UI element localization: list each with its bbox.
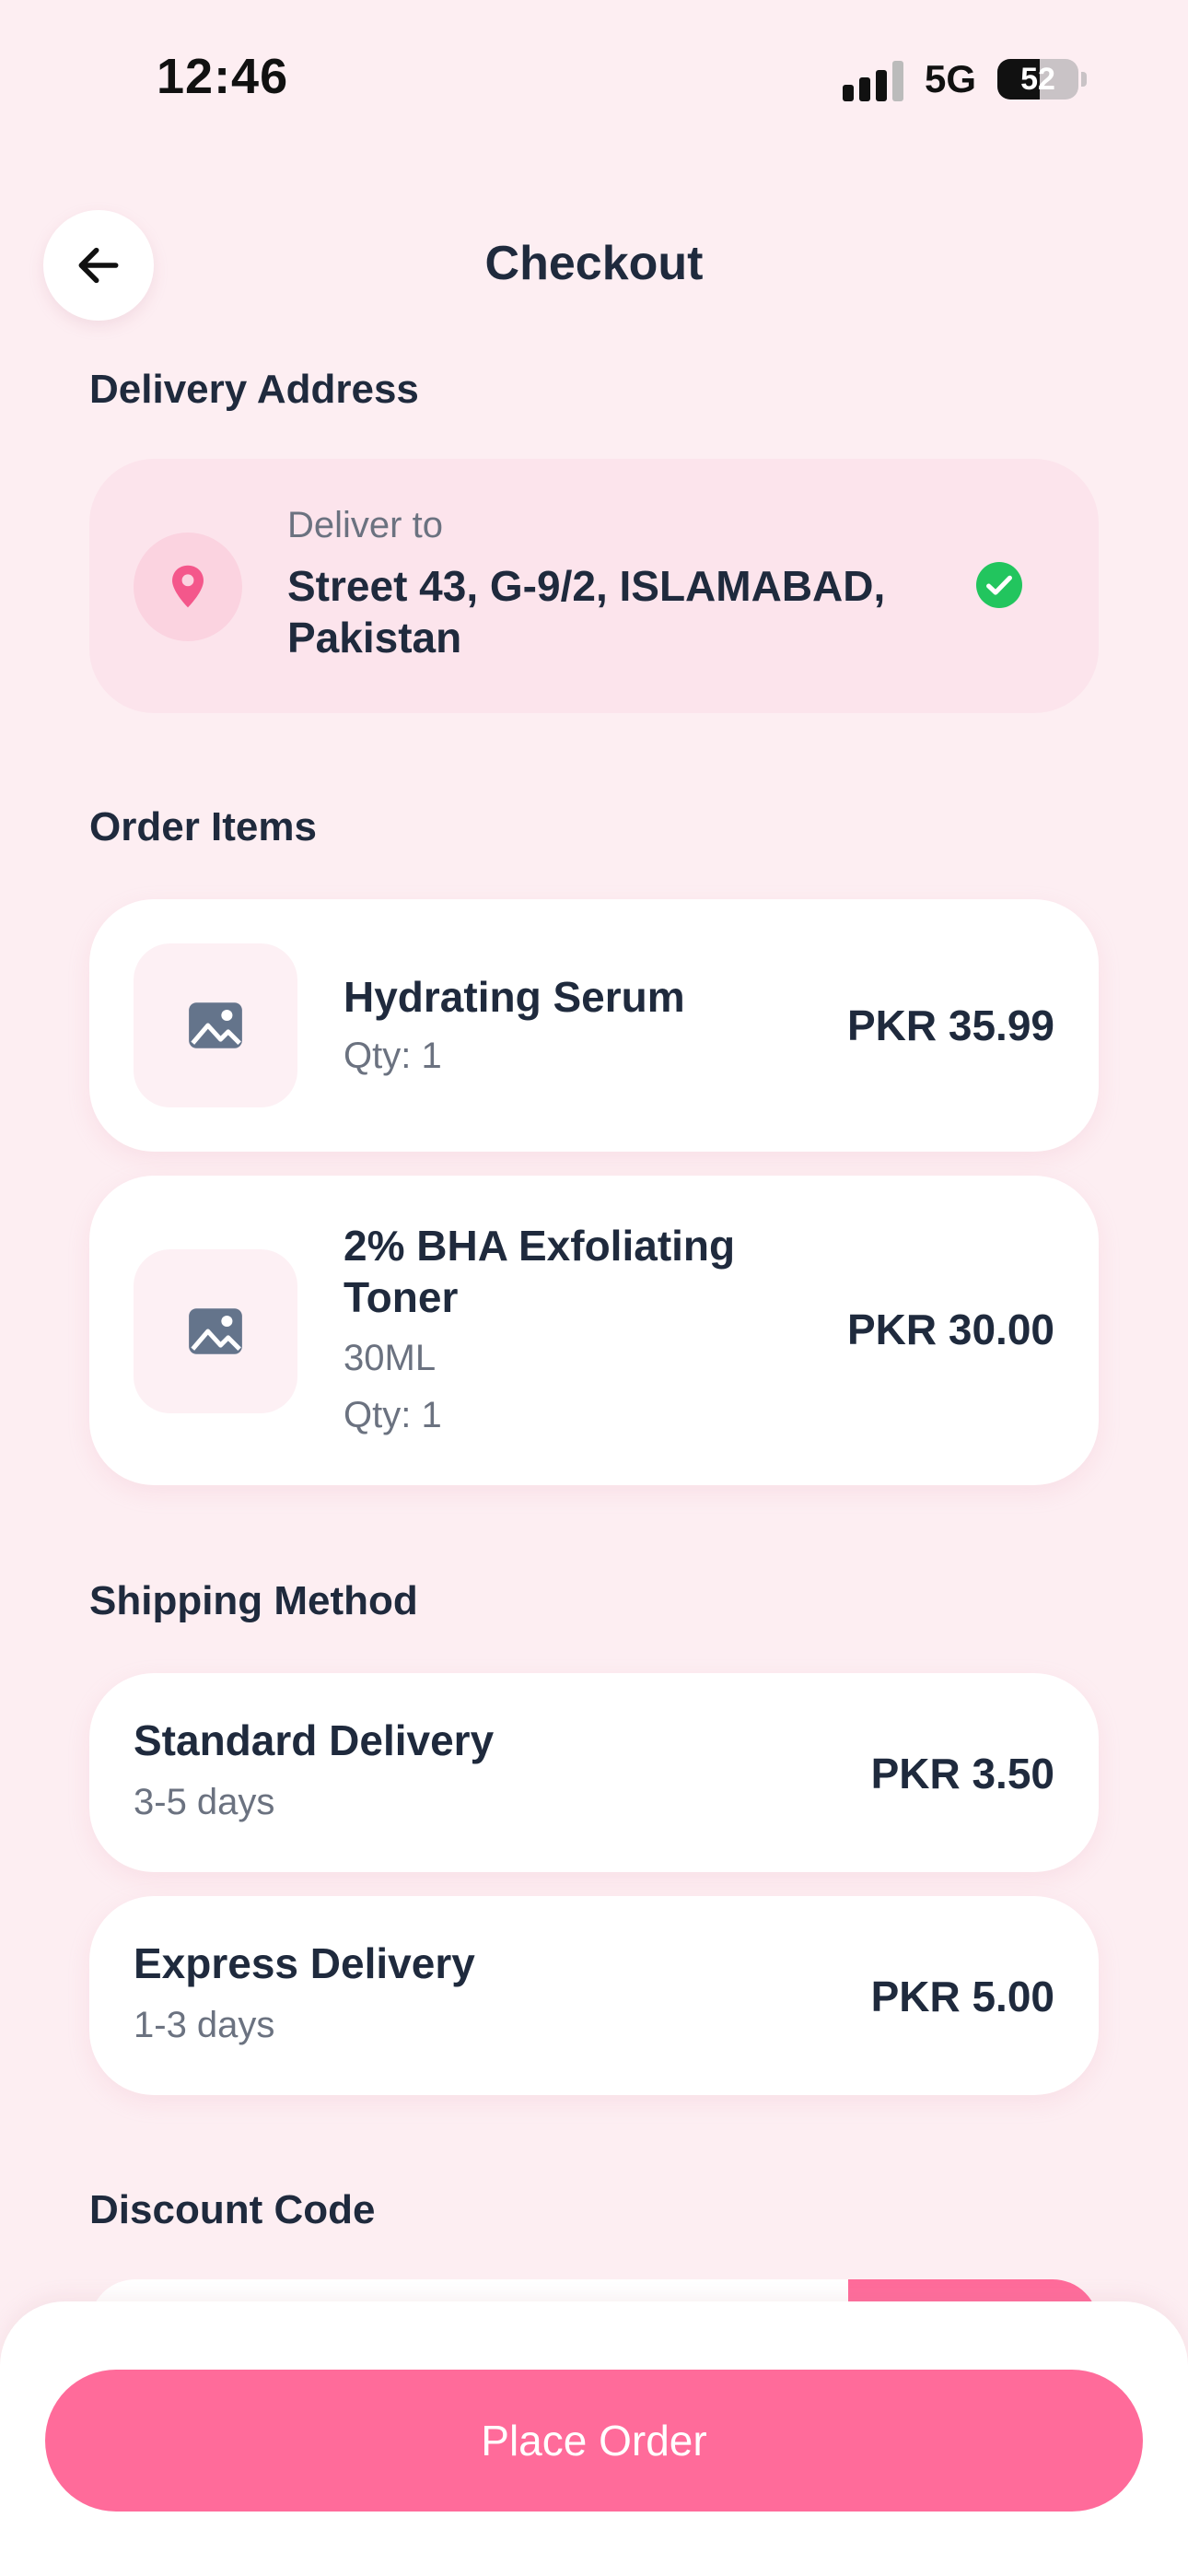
- status-time: 12:46: [157, 49, 289, 104]
- shipping-section-title: Shipping Method: [89, 1578, 418, 1623]
- item-price: PKR 35.99: [846, 1001, 1054, 1049]
- shipping-price: PKR 3.50: [870, 1750, 1054, 1797]
- network-label: 5G: [925, 57, 977, 100]
- order-item[interactable]: Hydrating Serum Qty: 1 PKR 35.99: [89, 899, 1099, 1152]
- order-items-section-title: Order Items: [89, 804, 317, 849]
- item-name: 2% BHA Exfoliating Toner: [344, 1222, 736, 1321]
- image-placeholder-icon: [189, 1002, 242, 1048]
- battery-icon: 52: [997, 59, 1078, 100]
- location-pin-icon: [172, 565, 204, 608]
- page-title: Checkout: [484, 237, 704, 290]
- item-qty: Qty: 1: [344, 1395, 442, 1435]
- product-thumbnail: [134, 943, 297, 1107]
- shipping-name: Standard Delivery: [134, 1716, 495, 1764]
- shipping-price: PKR 5.00: [870, 1973, 1054, 2020]
- shipping-option-express[interactable]: Express Delivery 1-3 days PKR 5.00: [89, 1896, 1099, 2095]
- item-qty: Qty: 1: [344, 1036, 442, 1076]
- product-thumbnail: [134, 1249, 297, 1413]
- item-price: PKR 30.00: [846, 1306, 1054, 1353]
- shipping-days: 3-5 days: [134, 1782, 275, 1822]
- check-circle-icon: [976, 562, 1022, 608]
- deliver-to-label: Deliver to: [287, 505, 443, 545]
- header: Checkout: [0, 203, 1188, 322]
- order-item[interactable]: 2% BHA Exfoliating Toner 30ML Qty: 1 PKR…: [89, 1176, 1099, 1485]
- delivery-section-title: Delivery Address: [89, 367, 419, 412]
- delivery-address: Street 43, G-9/2, ISLAMABAD, Pakistan: [287, 562, 886, 662]
- pin-badge: [134, 533, 242, 641]
- bottom-action-bar: Place Order: [0, 2301, 1188, 2576]
- item-name: Hydrating Serum: [344, 973, 685, 1021]
- status-bar: 12:46 5G 52: [0, 0, 1188, 147]
- battery-level: 52: [1020, 62, 1055, 97]
- delivery-address-card[interactable]: Deliver to Street 43, G-9/2, ISLAMABAD, …: [89, 459, 1099, 713]
- item-variant: 30ML: [344, 1338, 437, 1378]
- shipping-days: 1-3 days: [134, 2005, 275, 2045]
- signal-icon: [843, 59, 905, 101]
- shipping-option-standard[interactable]: Standard Delivery 3-5 days PKR 3.50: [89, 1673, 1099, 1872]
- place-order-button[interactable]: Place Order: [45, 2370, 1143, 2512]
- discount-section-title: Discount Code: [89, 2187, 376, 2232]
- battery-cap: [1081, 72, 1087, 87]
- shipping-name: Express Delivery: [134, 1939, 475, 1987]
- image-placeholder-icon: [189, 1308, 242, 1354]
